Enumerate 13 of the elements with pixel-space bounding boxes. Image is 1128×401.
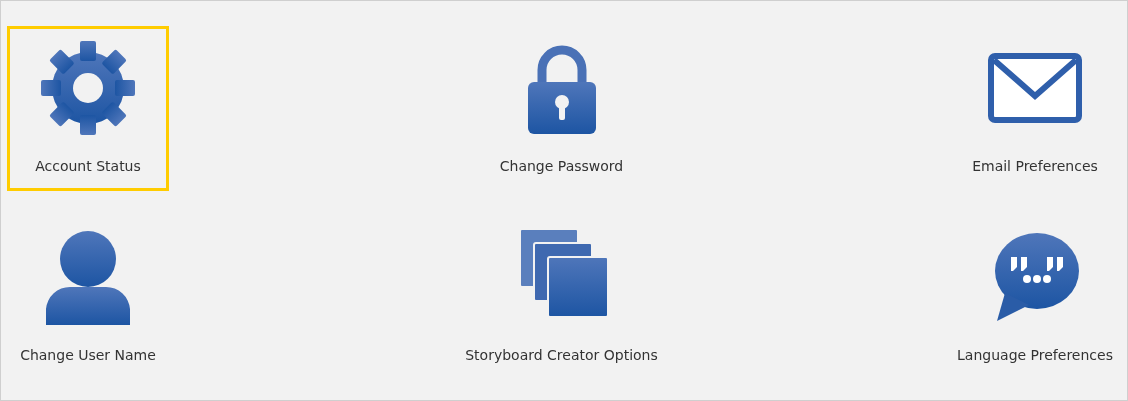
settings-tile[interactable]: Storyboard Creator Options [456, 215, 667, 380]
tile-label: Email Preferences [972, 158, 1098, 174]
settings-tile[interactable]: Change Password [480, 26, 643, 191]
tile-label: Change User Name [20, 347, 156, 363]
gear-icon [38, 38, 138, 138]
settings-tile[interactable]: Account Status [7, 26, 169, 191]
tile-label: Language Preferences [957, 347, 1113, 363]
settings-tile[interactable]: Language Preferences [948, 215, 1122, 380]
settings-tile[interactable]: Email Preferences [954, 26, 1116, 191]
tile-label: Change Password [499, 158, 624, 174]
tile-label: Storyboard Creator Options [465, 347, 658, 363]
tile-label: Account Status [35, 158, 141, 174]
settings-tile[interactable]: Change User Name [7, 215, 169, 380]
